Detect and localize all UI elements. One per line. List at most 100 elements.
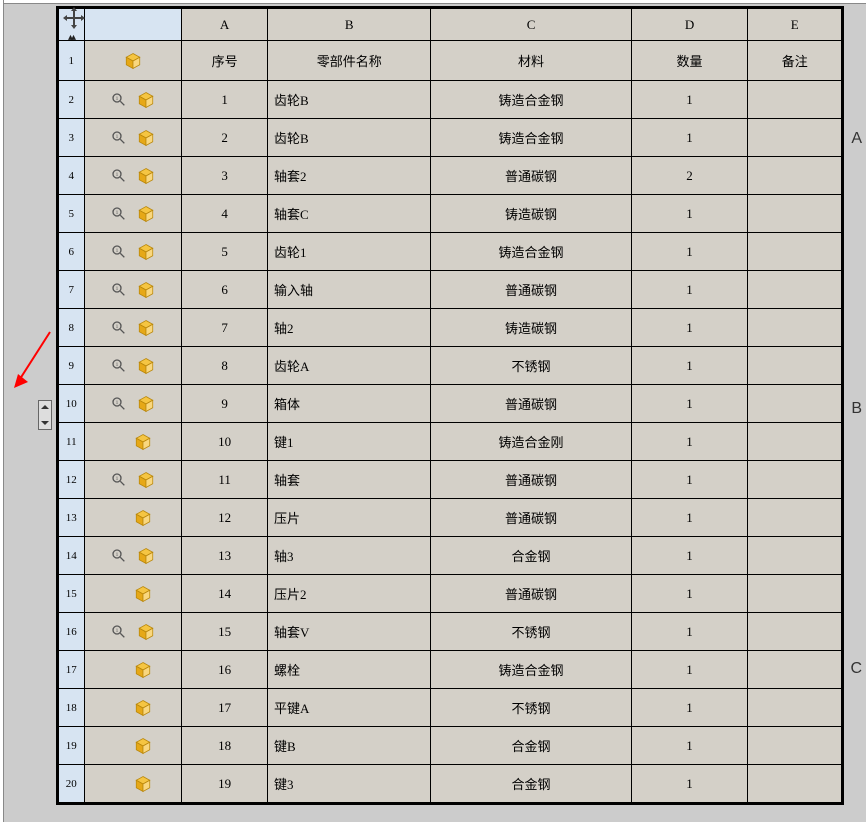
cell-seq[interactable]: 9: [182, 385, 268, 423]
cell-material[interactable]: 合金钢: [431, 537, 631, 575]
col-letter[interactable]: B: [267, 9, 431, 41]
table-row[interactable]: 17 16螺栓铸造合金钢1: [59, 651, 842, 689]
cell-seq[interactable]: 19: [182, 765, 268, 803]
cell-name[interactable]: 轴套: [267, 461, 431, 499]
header-material[interactable]: 材料: [431, 41, 631, 81]
cell-seq[interactable]: 12: [182, 499, 268, 537]
sheet-side-handle[interactable]: [38, 400, 52, 430]
cell-material[interactable]: 铸造合金钢: [431, 119, 631, 157]
cell-material[interactable]: 铸造碳钢: [431, 309, 631, 347]
cell-material[interactable]: 铸造合金钢: [431, 233, 631, 271]
cell-qty[interactable]: 1: [631, 81, 748, 119]
cell-note[interactable]: [748, 195, 842, 233]
move-icon[interactable]: [62, 6, 86, 30]
col-letter[interactable]: C: [431, 9, 631, 41]
cell-qty[interactable]: 1: [631, 195, 748, 233]
cell-note[interactable]: [748, 651, 842, 689]
table-row[interactable]: 21 1齿轮B铸造合金钢1: [59, 81, 842, 119]
row-header[interactable]: 11: [59, 423, 85, 461]
row-header[interactable]: 17: [59, 651, 85, 689]
icon-col-header[interactable]: [84, 9, 182, 41]
table-row[interactable]: 161 15轴套V不锈钢1: [59, 613, 842, 651]
cell-material[interactable]: 不锈钢: [431, 613, 631, 651]
row-header[interactable]: 18: [59, 689, 85, 727]
table-row[interactable]: 20 19键3合金钢1: [59, 765, 842, 803]
header-name[interactable]: 零部件名称: [267, 41, 431, 81]
cell-name[interactable]: 螺栓: [267, 651, 431, 689]
cell-qty[interactable]: 1: [631, 423, 748, 461]
table-row[interactable]: 13 12压片普通碳钢1: [59, 499, 842, 537]
table-row[interactable]: 41 3轴套2普通碳钢2: [59, 157, 842, 195]
cell-qty[interactable]: 1: [631, 347, 748, 385]
table-row[interactable]: 19 18键B合金钢1: [59, 727, 842, 765]
cell-seq[interactable]: 17: [182, 689, 268, 727]
cell-note[interactable]: [748, 81, 842, 119]
cell-qty[interactable]: 1: [631, 119, 748, 157]
row-header[interactable]: 19: [59, 727, 85, 765]
cell-note[interactable]: [748, 765, 842, 803]
cell-note[interactable]: [748, 613, 842, 651]
row-header[interactable]: 4: [59, 157, 85, 195]
cell-seq[interactable]: 14: [182, 575, 268, 613]
col-letter[interactable]: A: [182, 9, 268, 41]
row-header[interactable]: 14: [59, 537, 85, 575]
cell-material[interactable]: 普通碳钢: [431, 271, 631, 309]
cell-material[interactable]: 合金钢: [431, 765, 631, 803]
cell-note[interactable]: [748, 727, 842, 765]
icon-cell[interactable]: 1: [84, 195, 182, 233]
cell-note[interactable]: [748, 385, 842, 423]
icon-cell[interactable]: 1: [84, 461, 182, 499]
cell-qty[interactable]: 2: [631, 157, 748, 195]
cell-name[interactable]: 压片2: [267, 575, 431, 613]
table-row[interactable]: 51 4轴套C铸造碳钢1: [59, 195, 842, 233]
cell-qty[interactable]: 1: [631, 727, 748, 765]
cell-material[interactable]: 不锈钢: [431, 347, 631, 385]
cell-seq[interactable]: 16: [182, 651, 268, 689]
cell-note[interactable]: [748, 309, 842, 347]
cell-seq[interactable]: 3: [182, 157, 268, 195]
row-header[interactable]: 15: [59, 575, 85, 613]
cell-material[interactable]: 普通碳钢: [431, 575, 631, 613]
cell-seq[interactable]: 2: [182, 119, 268, 157]
icon-cell[interactable]: 1: [84, 271, 182, 309]
cell-seq[interactable]: 7: [182, 309, 268, 347]
cell-name[interactable]: 齿轮A: [267, 347, 431, 385]
cell-name[interactable]: 齿轮B: [267, 119, 431, 157]
table-row[interactable]: 11 10键1铸造合金刚1: [59, 423, 842, 461]
cell-seq[interactable]: 8: [182, 347, 268, 385]
cell-seq[interactable]: 5: [182, 233, 268, 271]
cell-note[interactable]: [748, 499, 842, 537]
table-row[interactable]: 61 5齿轮1铸造合金钢1: [59, 233, 842, 271]
cell-qty[interactable]: 1: [631, 309, 748, 347]
icon-cell[interactable]: 1: [84, 385, 182, 423]
header-qty[interactable]: 数量: [631, 41, 748, 81]
row-header[interactable]: 8: [59, 309, 85, 347]
cell-name[interactable]: 轴套C: [267, 195, 431, 233]
cell-material[interactable]: 普通碳钢: [431, 385, 631, 423]
icon-cell[interactable]: 1: [84, 119, 182, 157]
cell-seq[interactable]: 6: [182, 271, 268, 309]
table-row[interactable]: 121 11轴套普通碳钢1: [59, 461, 842, 499]
cell-name[interactable]: 轴套V: [267, 613, 431, 651]
table-row[interactable]: 18 17平键A不锈钢1: [59, 689, 842, 727]
icon-cell[interactable]: [84, 651, 182, 689]
cell-name[interactable]: 输入轴: [267, 271, 431, 309]
cell-qty[interactable]: 1: [631, 765, 748, 803]
table-row[interactable]: 15 14压片2普通碳钢1: [59, 575, 842, 613]
col-letter[interactable]: E: [748, 9, 842, 41]
icon-cell[interactable]: [84, 689, 182, 727]
row-header[interactable]: 16: [59, 613, 85, 651]
icon-cell[interactable]: 1: [84, 157, 182, 195]
cell-note[interactable]: [748, 461, 842, 499]
cell-qty[interactable]: 1: [631, 651, 748, 689]
cell-qty[interactable]: 1: [631, 385, 748, 423]
header-seq[interactable]: 序号: [182, 41, 268, 81]
row-header[interactable]: 12: [59, 461, 85, 499]
cell-material[interactable]: 合金钢: [431, 727, 631, 765]
cell-note[interactable]: [748, 119, 842, 157]
cell-seq[interactable]: 4: [182, 195, 268, 233]
icon-cell[interactable]: [84, 575, 182, 613]
row-header[interactable]: 9: [59, 347, 85, 385]
row-header[interactable]: 3: [59, 119, 85, 157]
cell-name[interactable]: 键B: [267, 727, 431, 765]
